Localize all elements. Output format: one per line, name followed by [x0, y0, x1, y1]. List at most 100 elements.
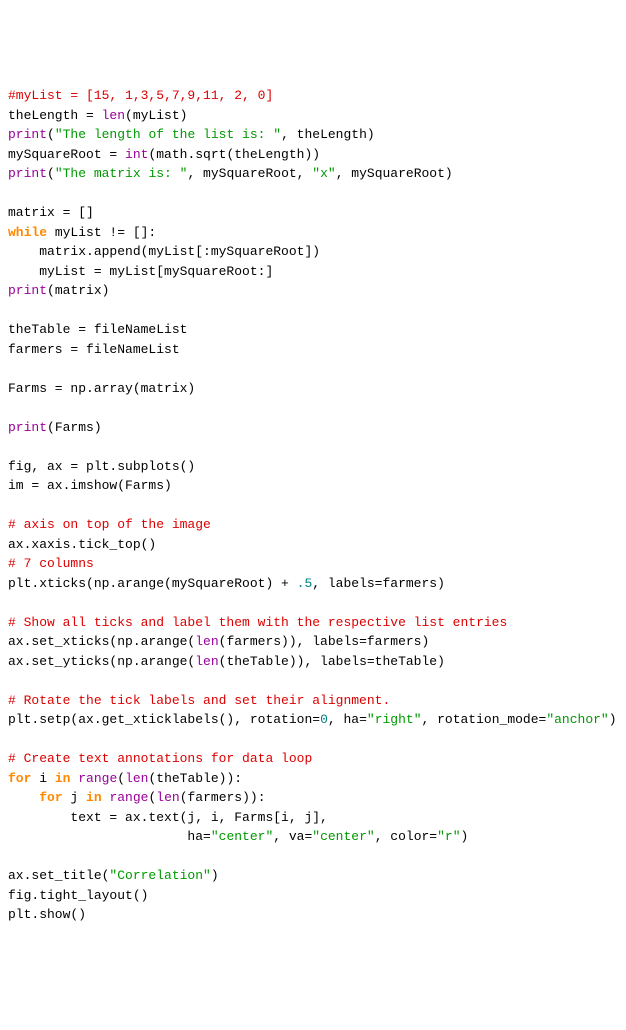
code-token: (farmers)): [180, 790, 266, 805]
code-token: i [31, 771, 54, 786]
code-token [8, 303, 16, 318]
code-token: int [125, 147, 148, 162]
code-line[interactable]: ax.set_yticks(np.arange(len(theTable)), … [8, 652, 618, 672]
code-line[interactable] [8, 437, 618, 457]
code-line[interactable] [8, 398, 618, 418]
code-line[interactable]: ax.set_xticks(np.arange(len(farmers)), l… [8, 632, 618, 652]
code-line[interactable] [8, 184, 618, 204]
code-token: , color= [375, 829, 437, 844]
code-token: # 7 columns [8, 556, 94, 571]
code-token: len [156, 790, 179, 805]
code-token: print [8, 127, 47, 142]
code-line[interactable]: print("The length of the list is: ", the… [8, 125, 618, 145]
code-token [8, 361, 16, 376]
code-token: (farmers)), labels=farmers) [219, 634, 430, 649]
code-token [8, 673, 16, 688]
code-token: print [8, 166, 47, 181]
code-token: len [195, 654, 218, 669]
code-line[interactable]: text = ax.text(j, i, Farms[i, j], [8, 808, 618, 828]
code-line[interactable] [8, 359, 618, 379]
code-token: .5 [297, 576, 313, 591]
code-line[interactable]: print(matrix) [8, 281, 618, 301]
code-token: for [39, 790, 62, 805]
code-token: # Rotate the tick labels and set their a… [8, 693, 390, 708]
code-token: "Correlation" [109, 868, 210, 883]
code-token [70, 771, 78, 786]
code-line[interactable]: plt.xticks(np.arange(mySquareRoot) + .5,… [8, 574, 618, 594]
code-token: plt.xticks(np.arange(mySquareRoot) + [8, 576, 297, 591]
code-line[interactable]: matrix = [] [8, 203, 618, 223]
code-line[interactable]: myList = myList[mySquareRoot:] [8, 262, 618, 282]
code-token: # Show all ticks and label them with the… [8, 615, 507, 630]
code-token: theLength = [8, 108, 102, 123]
code-editor[interactable]: #myList = [15, 1,3,5,7,9,11, 2, 0]theLen… [8, 86, 618, 925]
code-line[interactable] [8, 496, 618, 516]
code-line[interactable]: fig, ax = plt.subplots() [8, 457, 618, 477]
code-token: len [195, 634, 218, 649]
code-line[interactable]: ax.xaxis.tick_top() [8, 535, 618, 555]
code-line[interactable]: # Show all ticks and label them with the… [8, 613, 618, 633]
code-line[interactable]: theLength = len(myList) [8, 106, 618, 126]
code-token: while [8, 225, 47, 240]
code-token: print [8, 283, 47, 298]
code-token: myList != []: [47, 225, 156, 240]
code-token [8, 732, 16, 747]
code-line[interactable]: ha="center", va="center", color="r") [8, 827, 618, 847]
code-line[interactable]: plt.show() [8, 905, 618, 925]
code-token: mySquareRoot = [8, 147, 125, 162]
code-line[interactable]: # Create text annotations for data loop [8, 749, 618, 769]
code-line[interactable]: plt.setp(ax.get_xticklabels(), rotation=… [8, 710, 618, 730]
code-line[interactable]: # axis on top of the image [8, 515, 618, 535]
code-line[interactable]: while myList != []: [8, 223, 618, 243]
code-token: ( [148, 790, 156, 805]
code-line[interactable]: theTable = fileNameList [8, 320, 618, 340]
code-line[interactable] [8, 847, 618, 867]
code-line[interactable] [8, 730, 618, 750]
code-line[interactable]: fig.tight_layout() [8, 886, 618, 906]
code-token: "r" [437, 829, 460, 844]
code-token: "center" [312, 829, 374, 844]
code-token: for [8, 771, 31, 786]
code-line[interactable]: # Rotate the tick labels and set their a… [8, 691, 618, 711]
code-line[interactable] [8, 301, 618, 321]
code-token: (theTable)), labels=theTable) [219, 654, 445, 669]
code-line[interactable]: # 7 columns [8, 554, 618, 574]
code-token: ) [609, 712, 617, 727]
code-token: 0 [320, 712, 328, 727]
code-token: "The length of the list is: " [55, 127, 281, 142]
code-line[interactable]: for i in range(len(theTable)): [8, 769, 618, 789]
code-line[interactable]: farmers = fileNameList [8, 340, 618, 360]
code-line[interactable]: mySquareRoot = int(math.sqrt(theLength)) [8, 145, 618, 165]
code-token: im = ax.imshow(Farms) [8, 478, 172, 493]
code-token [8, 849, 16, 864]
code-line[interactable]: im = ax.imshow(Farms) [8, 476, 618, 496]
code-line[interactable]: for j in range(len(farmers)): [8, 788, 618, 808]
code-token: ax.xaxis.tick_top() [8, 537, 156, 552]
code-token: (math.sqrt(theLength)) [148, 147, 320, 162]
code-line[interactable]: print("The matrix is: ", mySquareRoot, "… [8, 164, 618, 184]
code-token [8, 400, 16, 415]
code-token: fig, ax = plt.subplots() [8, 459, 195, 474]
code-token: theTable = fileNameList [8, 322, 187, 337]
code-token: plt.setp(ax.get_xticklabels(), rotation= [8, 712, 320, 727]
code-line[interactable] [8, 593, 618, 613]
code-token: (Farms) [47, 420, 102, 435]
code-token: ( [47, 166, 55, 181]
code-token [8, 439, 16, 454]
code-token: ax.set_yticks(np.arange( [8, 654, 195, 669]
code-token: range [109, 790, 148, 805]
code-line[interactable]: print(Farms) [8, 418, 618, 438]
code-token: fig.tight_layout() [8, 888, 148, 903]
code-token: "The matrix is: " [55, 166, 188, 181]
code-line[interactable]: ax.set_title("Correlation") [8, 866, 618, 886]
code-token: myList = myList[mySquareRoot:] [8, 264, 273, 279]
code-token: ( [117, 771, 125, 786]
code-line[interactable]: matrix.append(myList[:mySquareRoot]) [8, 242, 618, 262]
code-token: Farms = np.array(matrix) [8, 381, 195, 396]
code-token: len [125, 771, 148, 786]
code-token [8, 498, 16, 513]
code-line[interactable]: #myList = [15, 1,3,5,7,9,11, 2, 0] [8, 86, 618, 106]
code-token: "center" [211, 829, 273, 844]
code-token: # Create text annotations for data loop [8, 751, 312, 766]
code-line[interactable]: Farms = np.array(matrix) [8, 379, 618, 399]
